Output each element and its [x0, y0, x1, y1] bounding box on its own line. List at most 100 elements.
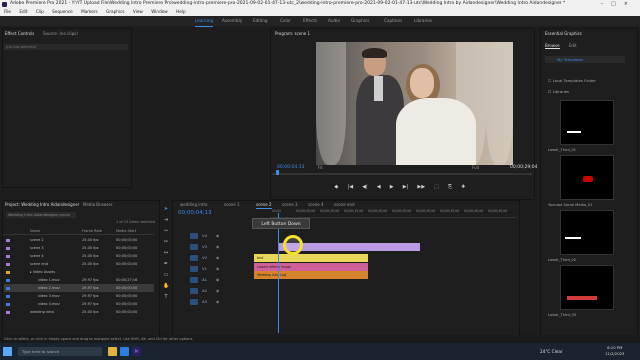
tab-media-browser[interactable]: Media Browser	[83, 202, 113, 207]
track-select-icon[interactable]: ⇥	[163, 217, 169, 223]
col-frame-rate[interactable]: Frame Rate	[82, 228, 102, 235]
track-header-v4[interactable]: V4 ◉	[176, 232, 250, 240]
col-name[interactable]: Name	[30, 228, 40, 235]
mark-out-icon[interactable]: ◀|	[362, 184, 368, 190]
ws-learning[interactable]: Learning	[195, 16, 214, 27]
template-thumb-youtube-social[interactable]	[560, 155, 614, 200]
track-visibility-icon[interactable]: ◉	[216, 265, 219, 273]
project-row[interactable]: scene 2 25.00 fps 00;00;00;00	[4, 236, 154, 244]
timeline-playhead[interactable]	[278, 213, 279, 333]
my-templates-button[interactable]: My Templates	[545, 56, 625, 63]
track-target-toggle[interactable]	[190, 266, 198, 272]
ws-graphics[interactable]: Graphics	[351, 16, 370, 26]
add-marker-icon[interactable]: ◆	[335, 184, 339, 190]
menu-clip[interactable]: Clip	[36, 9, 44, 14]
razor-icon[interactable]: ✂	[163, 239, 169, 245]
seq-tab-scene-4[interactable]: scene 4	[308, 201, 324, 208]
track-visibility-icon[interactable]: ◉	[216, 243, 219, 251]
col-media-start[interactable]: Media Start	[116, 228, 136, 235]
type-icon[interactable]: T	[163, 294, 169, 300]
window-controls[interactable]: –□×	[601, 0, 636, 8]
mark-in-icon[interactable]: |◀	[348, 184, 354, 190]
export-frame-icon[interactable]: ⎘	[448, 184, 452, 190]
project-row[interactable]: video 3.mov 29.97 fps 00;00;00;00	[4, 292, 154, 300]
rectangle-icon[interactable]: ▭	[163, 272, 169, 278]
project-row[interactable]: video 1.mov 29.97 fps 00;00;27;16	[4, 276, 154, 284]
template-thumb-lower-third-01[interactable]	[560, 100, 614, 145]
track-target-toggle[interactable]	[190, 255, 198, 261]
track-header-a1[interactable]: A1 ◉	[176, 276, 250, 284]
track-header-v2[interactable]: V2 ◉	[176, 254, 250, 262]
go-to-out-icon[interactable]: ▶▶	[417, 184, 425, 190]
system-clock[interactable]: 6:10 PM 11/2/2023	[605, 345, 624, 357]
weather-widget[interactable]: 24°C Clear	[540, 347, 563, 356]
ws-audio[interactable]: Audio	[328, 16, 340, 26]
ws-assembly[interactable]: Assembly	[222, 16, 242, 26]
edge-icon[interactable]	[120, 347, 129, 356]
track-header-a3[interactable]: A3 ◉	[176, 298, 250, 306]
track-header-v3[interactable]: V3 ◉	[176, 243, 250, 251]
track-target-toggle[interactable]	[190, 244, 198, 250]
program-playhead[interactable]	[276, 170, 279, 175]
track-target-toggle[interactable]	[190, 299, 198, 305]
play-icon[interactable]: ▶	[390, 184, 394, 190]
project-row[interactable]: scene 3 25.00 fps 00;00;00;00	[4, 244, 154, 252]
track-visibility-icon[interactable]: ◉	[216, 254, 219, 262]
tab-source[interactable]: Source: (no clips)	[43, 31, 78, 36]
timeline-clip[interactable]: Lowers effects image	[254, 263, 368, 271]
button-editor-icon[interactable]: ✚	[461, 184, 465, 190]
ws-libraries[interactable]: Libraries	[414, 16, 432, 26]
project-row[interactable]: scene 4 25.00 fps 00;00;00;00	[4, 252, 154, 260]
menu-view[interactable]: View	[133, 9, 143, 14]
local-templates-checkbox[interactable]: ☐ Local Templates Folder	[548, 78, 596, 83]
eg-title[interactable]: Essential Graphics	[545, 31, 582, 36]
project-row[interactable]: video 4.mov 29.97 fps 00;00;00;00	[4, 300, 154, 308]
taskbar-search[interactable]: Type here to search	[18, 347, 102, 356]
zoom-fit-select[interactable]: Fit	[318, 165, 323, 170]
slip-icon[interactable]: ↔	[163, 250, 169, 256]
track-target-toggle[interactable]	[190, 277, 198, 283]
program-timecode[interactable]: 00;00;04;13	[277, 165, 304, 170]
step-forward-icon[interactable]: ▶|	[403, 184, 409, 190]
seq-tab-wedding-intro[interactable]: wedding intro	[180, 201, 208, 208]
project-row[interactable]: scene end 25.00 fps 00;00;00;00	[4, 260, 154, 268]
track-visibility-icon[interactable]: ◉	[216, 276, 219, 284]
menu-sequence[interactable]: Sequence	[52, 9, 73, 14]
timeline-ruler[interactable]: 00;00 00;00;05;00 00;00;10;00 00;00;15;00 00…	[270, 208, 516, 218]
eg-tab-edit[interactable]: Edit	[569, 43, 577, 48]
menu-file[interactable]: File	[4, 9, 11, 14]
project-row[interactable]: wedding intro 25.00 fps 00;00;00;00	[4, 308, 154, 316]
step-back-icon[interactable]: ◀	[377, 184, 381, 190]
track-visibility-icon[interactable]: ◉	[216, 232, 219, 240]
ws-captions[interactable]: Captions	[384, 16, 402, 26]
windows-start-icon[interactable]	[3, 347, 12, 356]
program-label[interactable]: Program: scene 1	[275, 31, 310, 36]
track-header-v1[interactable]: V1 ◉	[176, 265, 250, 273]
sequence-timecode[interactable]: 00;00;04;13	[178, 210, 212, 216]
menu-edit[interactable]: Edit	[19, 9, 27, 14]
ws-editing[interactable]: Editing	[253, 16, 268, 26]
track-target-toggle[interactable]	[190, 288, 198, 294]
template-thumb-lower-third-02[interactable]	[560, 210, 614, 255]
ws-color[interactable]: Color	[280, 16, 291, 26]
eg-tab-browse[interactable]: Browse	[545, 43, 560, 49]
ripple-edit-icon[interactable]: ⇿	[163, 228, 169, 234]
program-scrubber[interactable]	[272, 173, 532, 175]
template-thumb-lower-third-03[interactable]	[560, 265, 614, 310]
seq-tab-scene-end[interactable]: scene end	[334, 201, 355, 208]
menu-help[interactable]: Help	[176, 9, 186, 14]
project-row[interactable]: ▸ Video Assets	[4, 268, 154, 276]
timeline-clip[interactable]: text	[254, 254, 368, 262]
menu-graphics[interactable]: Graphics	[106, 9, 125, 14]
track-visibility-icon[interactable]: ◉	[216, 287, 219, 295]
pen-icon[interactable]: ✒	[163, 261, 169, 267]
track-header-a2[interactable]: A2 ◉	[176, 287, 250, 295]
project-row[interactable]: video 2.mov 29.97 fps 00;00;00;00	[4, 284, 154, 292]
seq-tab-scene-1[interactable]: scene 1	[224, 201, 240, 208]
libraries-checkbox[interactable]: ☐ Libraries	[548, 89, 569, 94]
timeline-clip[interactable]: Wedding Intro Log	[254, 271, 368, 279]
tab-project[interactable]: Project: Wedding Intro Aidandesigner	[5, 202, 79, 207]
selection-tool-icon[interactable]: ➤	[163, 206, 169, 212]
tab-effect-controls[interactable]: Effect Controls	[5, 31, 34, 36]
seq-tab-scene-3[interactable]: scene 3	[282, 201, 298, 208]
